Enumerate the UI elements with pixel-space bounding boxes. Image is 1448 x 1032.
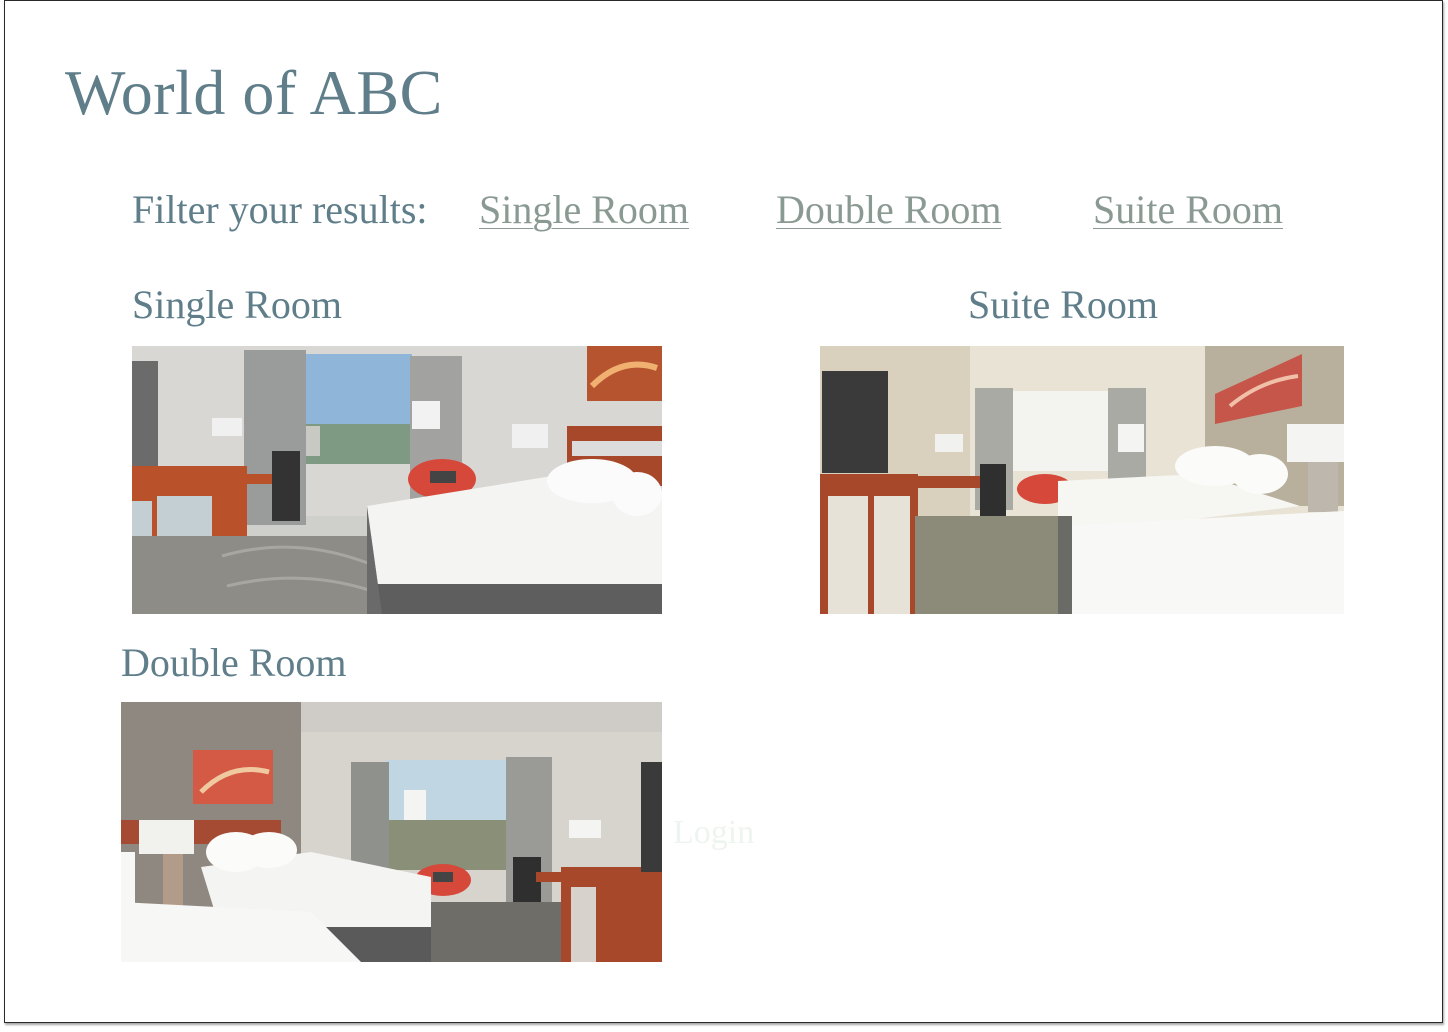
suite-room-photo[interactable] [820, 346, 1344, 614]
double-room-photo[interactable] [121, 702, 662, 962]
page-frame: World of ABC Filter your results: Single… [4, 0, 1443, 1023]
double-room-image [121, 702, 662, 962]
filter-link-suite-room[interactable]: Suite Room [1093, 184, 1283, 236]
filter-link-double-room[interactable]: Double Room [776, 184, 1002, 236]
suite-room-heading: Suite Room [968, 282, 1159, 327]
single-room-photo[interactable] [132, 346, 662, 614]
single-room-image [132, 346, 662, 614]
filter-link-single-room[interactable]: Single Room [479, 184, 689, 236]
site-title: World of ABC [65, 57, 443, 128]
double-room-heading: Double Room [121, 640, 347, 685]
login-link[interactable]: Login [673, 813, 754, 853]
suite-room-image [820, 346, 1344, 614]
single-room-heading: Single Room [132, 282, 343, 327]
filter-label: Filter your results: [132, 187, 428, 232]
